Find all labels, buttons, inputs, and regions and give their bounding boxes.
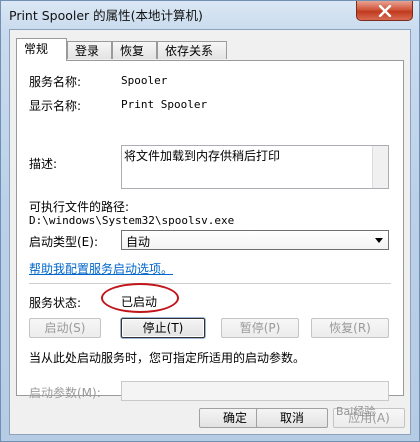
service-status-label: 服务状态: bbox=[29, 296, 82, 310]
exe-path-value: D:\windows\System32\spoolsv.exe bbox=[29, 214, 235, 227]
close-icon bbox=[378, 5, 392, 17]
pause-button[interactable]: 暂停(P) bbox=[221, 318, 299, 338]
status-highlight-ellipse bbox=[101, 283, 179, 313]
start-params-input[interactable] bbox=[121, 381, 389, 401]
stop-button[interactable]: 停止(T) bbox=[121, 318, 205, 338]
tab-general[interactable]: 常规 bbox=[16, 38, 67, 61]
title-bar[interactable]: Print Spooler 的属性(本地计算机) bbox=[1, 1, 419, 29]
description-box[interactable]: 将文件加载到内存供稍后打印 bbox=[121, 145, 389, 189]
separator bbox=[29, 283, 391, 284]
chevron-down-icon bbox=[375, 238, 383, 243]
startup-type-select[interactable]: 自动 bbox=[121, 230, 389, 250]
help-configure-link[interactable]: 帮助我配置服务启动选项。 bbox=[29, 260, 173, 277]
start-params-label: 启动参数(M): bbox=[29, 386, 101, 400]
start-params-hint: 当从此处启动服务时，您可指定所适用的启动参数。 bbox=[29, 351, 306, 365]
display-name-label: 显示名称: bbox=[29, 99, 82, 113]
start-button[interactable]: 启动(S) bbox=[29, 318, 101, 338]
tab-logon[interactable]: 登录 bbox=[67, 41, 112, 59]
display-name-value: Print Spooler bbox=[121, 98, 208, 111]
close-button[interactable] bbox=[356, 1, 413, 21]
exe-path-label: 可执行文件的路径: bbox=[29, 200, 130, 214]
dialog-content: 常规 登录 恢复 依存关系 服务名称: Spooler 显示名称: Print … bbox=[9, 29, 411, 435]
tab-recovery[interactable]: 恢复 bbox=[112, 41, 157, 59]
cancel-button[interactable]: 取消 bbox=[256, 408, 328, 428]
watermark: Bai经验 bbox=[336, 405, 376, 418]
startup-type-value: 自动 bbox=[126, 235, 151, 249]
description-scrollbar[interactable] bbox=[372, 146, 388, 188]
description-value: 将文件加载到内存供稍后打印 bbox=[124, 149, 281, 163]
window-title: Print Spooler 的属性(本地计算机) bbox=[9, 8, 203, 23]
service-properties-window: Print Spooler 的属性(本地计算机) 常规 登录 恢复 依存关系 服… bbox=[0, 0, 420, 442]
description-label: 描述: bbox=[29, 157, 58, 171]
startup-type-label: 启动类型(E): bbox=[29, 235, 98, 249]
service-name-value: Spooler bbox=[121, 74, 168, 87]
service-name-label: 服务名称: bbox=[29, 75, 82, 89]
tab-dependencies[interactable]: 依存关系 bbox=[157, 41, 227, 59]
resume-button[interactable]: 恢复(R) bbox=[311, 318, 389, 338]
general-tab-panel: 服务名称: Spooler 显示名称: Print Spooler 描述: 将文… bbox=[16, 60, 404, 401]
